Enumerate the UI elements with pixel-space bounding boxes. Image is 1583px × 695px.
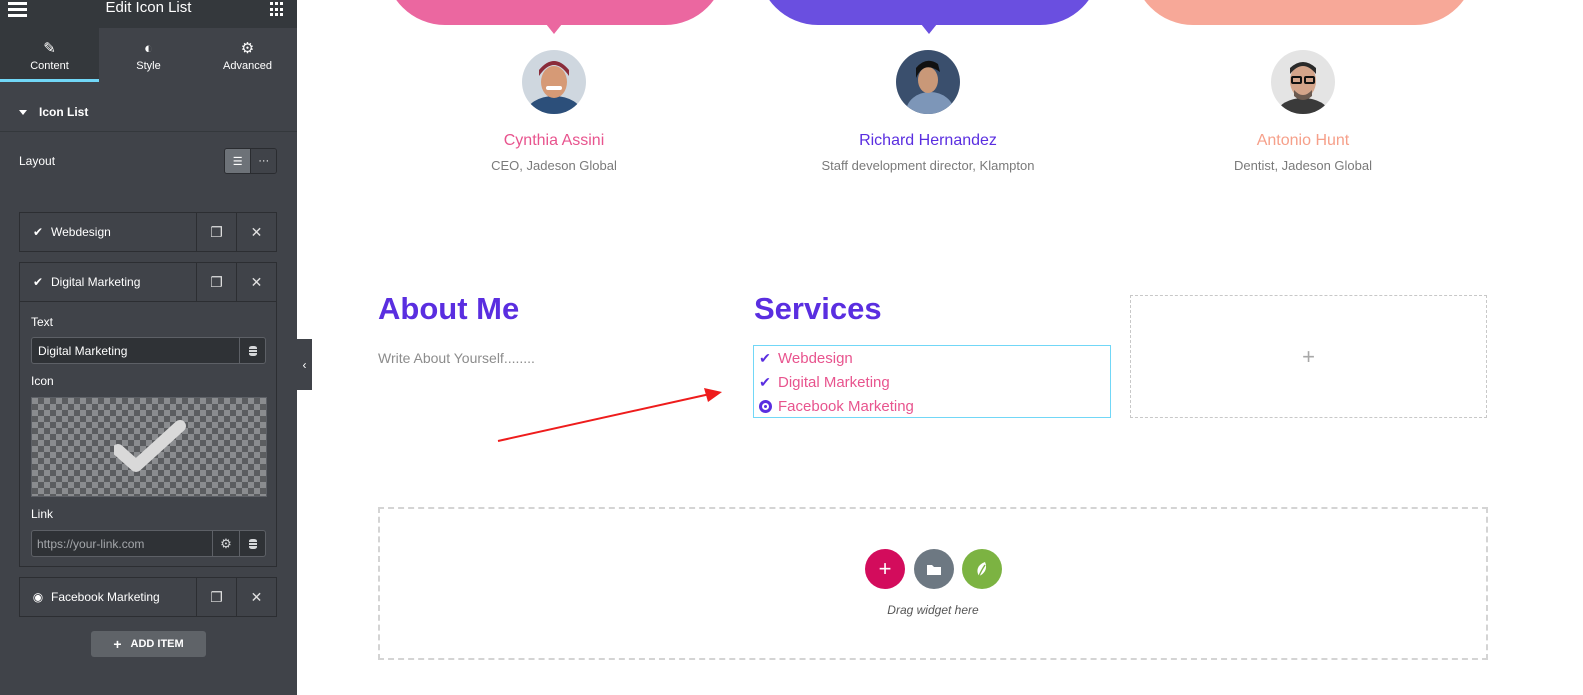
repeater-item-editor: Text Icon Link ⚙ — [19, 302, 277, 567]
list-item[interactable]: ✔ Webdesign — [754, 347, 853, 369]
duplicate-icon[interactable]: ❐ — [196, 263, 236, 301]
bubble-tip — [921, 24, 937, 34]
tab-advanced[interactable]: ⚙ Advanced — [198, 28, 297, 82]
services-icon-list[interactable]: ✔ Webdesign ✔ Digital Marketing Facebook… — [753, 345, 1111, 418]
about-heading: About Me — [378, 291, 520, 326]
pencil-icon: ✎ — [43, 40, 56, 57]
widgets-grid-icon[interactable] — [270, 2, 285, 17]
link-input[interactable] — [31, 530, 213, 557]
panel-body: Icon List Layout ☰ ··· ✔ Webdesign ❐ ✕ ✔… — [0, 92, 297, 672]
add-item-label: ADD ITEM — [130, 638, 184, 650]
tab-label: Content — [30, 60, 69, 72]
icon-field-label: Icon — [31, 374, 54, 388]
panel-header: Edit Icon List — [0, 0, 297, 28]
testimonial-name: Antonio Hunt — [1256, 132, 1350, 149]
services-heading: Services — [754, 291, 882, 326]
list-item[interactable]: ✔ Digital Marketing — [754, 371, 890, 393]
list-item[interactable]: Facebook Marketing — [754, 395, 914, 417]
dynamic-tags-icon[interactable] — [239, 530, 266, 557]
annotation-arrow-icon — [497, 388, 722, 442]
close-icon[interactable]: ✕ — [236, 578, 276, 616]
list-item-text: Webdesign — [778, 349, 853, 367]
testimonial-bubble — [385, 0, 725, 25]
repeater-item-label: Facebook Marketing — [51, 590, 160, 604]
caret-down-icon — [19, 110, 27, 115]
drag-widget-hint: Drag widget here — [887, 603, 979, 617]
tab-style[interactable]: ◐ Style — [99, 28, 198, 82]
layout-list-icon[interactable]: ☰ — [225, 149, 251, 173]
tab-label: Advanced — [223, 60, 272, 72]
repeater-item: ✔ Digital Marketing ❐ ✕ — [19, 262, 277, 302]
bubble-tip — [546, 24, 562, 34]
check-icon: ✔ — [32, 275, 44, 289]
text-input[interactable] — [31, 337, 240, 364]
list-item-text: Facebook Marketing — [778, 397, 914, 415]
dot-circle-icon: ◉ — [32, 590, 44, 604]
avatar — [1271, 50, 1335, 114]
repeater-item-title[interactable]: ✔ Digital Marketing — [20, 263, 196, 301]
layout-label: Layout — [19, 154, 56, 168]
dynamic-tags-icon[interactable] — [239, 337, 266, 364]
layout-inline-icon[interactable]: ··· — [250, 149, 276, 173]
section-label: Icon List — [39, 105, 89, 119]
duplicate-icon[interactable]: ❐ — [196, 578, 236, 616]
testimonial-bubble — [1133, 0, 1475, 25]
check-icon: ✔ — [759, 373, 771, 390]
add-item-button[interactable]: + ADD ITEM — [91, 631, 206, 657]
panel-tabs: ✎ Content ◐ Style ⚙ Advanced — [0, 28, 297, 82]
add-template-folder-icon[interactable] — [914, 549, 954, 589]
gear-icon: ⚙ — [240, 40, 255, 57]
icon-picker[interactable] — [31, 397, 267, 497]
dot-circle-icon — [754, 399, 776, 413]
drop-zone: + Drag widget here — [378, 507, 1488, 660]
section-toggle-icon-list[interactable]: Icon List — [0, 92, 297, 132]
plus-icon: + — [113, 636, 122, 652]
repeater-item-title[interactable]: ✔ Webdesign — [20, 213, 196, 251]
repeater-item: ✔ Webdesign ❐ ✕ — [19, 212, 277, 252]
check-icon: ✔ — [759, 349, 771, 366]
add-element-plus-icon[interactable]: + — [1130, 295, 1487, 418]
envato-kit-leaf-icon[interactable] — [962, 549, 1002, 589]
close-icon[interactable]: ✕ — [236, 263, 276, 301]
duplicate-icon[interactable]: ❐ — [196, 213, 236, 251]
editor-panel: Edit Icon List ✎ Content ◐ Style ⚙ Advan… — [0, 0, 297, 695]
avatar — [522, 50, 586, 114]
add-section-plus-icon[interactable]: + — [865, 549, 905, 589]
avatar — [896, 50, 960, 114]
testimonial-role: CEO, Jadeson Global — [491, 158, 617, 173]
repeater-item-label: Digital Marketing — [51, 275, 141, 289]
about-text: Write About Yourself........ — [378, 350, 535, 366]
testimonial-bubble — [758, 0, 1100, 25]
link-field-label: Link — [31, 507, 54, 521]
repeater-item-title[interactable]: ◉ Facebook Marketing — [20, 578, 196, 616]
layout-toggle: ☰ ··· — [224, 148, 277, 174]
testimonial-name: Cynthia Assini — [503, 132, 605, 149]
testimonial-role: Dentist, Jadeson Global — [1233, 158, 1373, 173]
link-options-gear-icon[interactable]: ⚙ — [212, 530, 240, 557]
testimonial-name: Richard Hernandez — [859, 132, 997, 149]
tab-content[interactable]: ✎ Content — [0, 28, 99, 82]
repeater-item-label: Webdesign — [51, 225, 111, 239]
text-field-label: Text — [31, 315, 54, 329]
check-icon — [114, 420, 186, 472]
testimonial-role: Staff development director, Klampton — [821, 158, 1035, 173]
panel-title: Edit Icon List — [105, 0, 192, 16]
collapse-panel-chevron-icon[interactable]: ‹ — [297, 339, 312, 390]
close-icon[interactable]: ✕ — [236, 213, 276, 251]
half-circle-icon: ◐ — [143, 40, 154, 57]
list-item-text: Digital Marketing — [778, 373, 890, 391]
tab-label: Style — [136, 60, 161, 72]
repeater-item: ◉ Facebook Marketing ❐ ✕ — [19, 577, 277, 617]
check-icon: ✔ — [32, 225, 44, 239]
